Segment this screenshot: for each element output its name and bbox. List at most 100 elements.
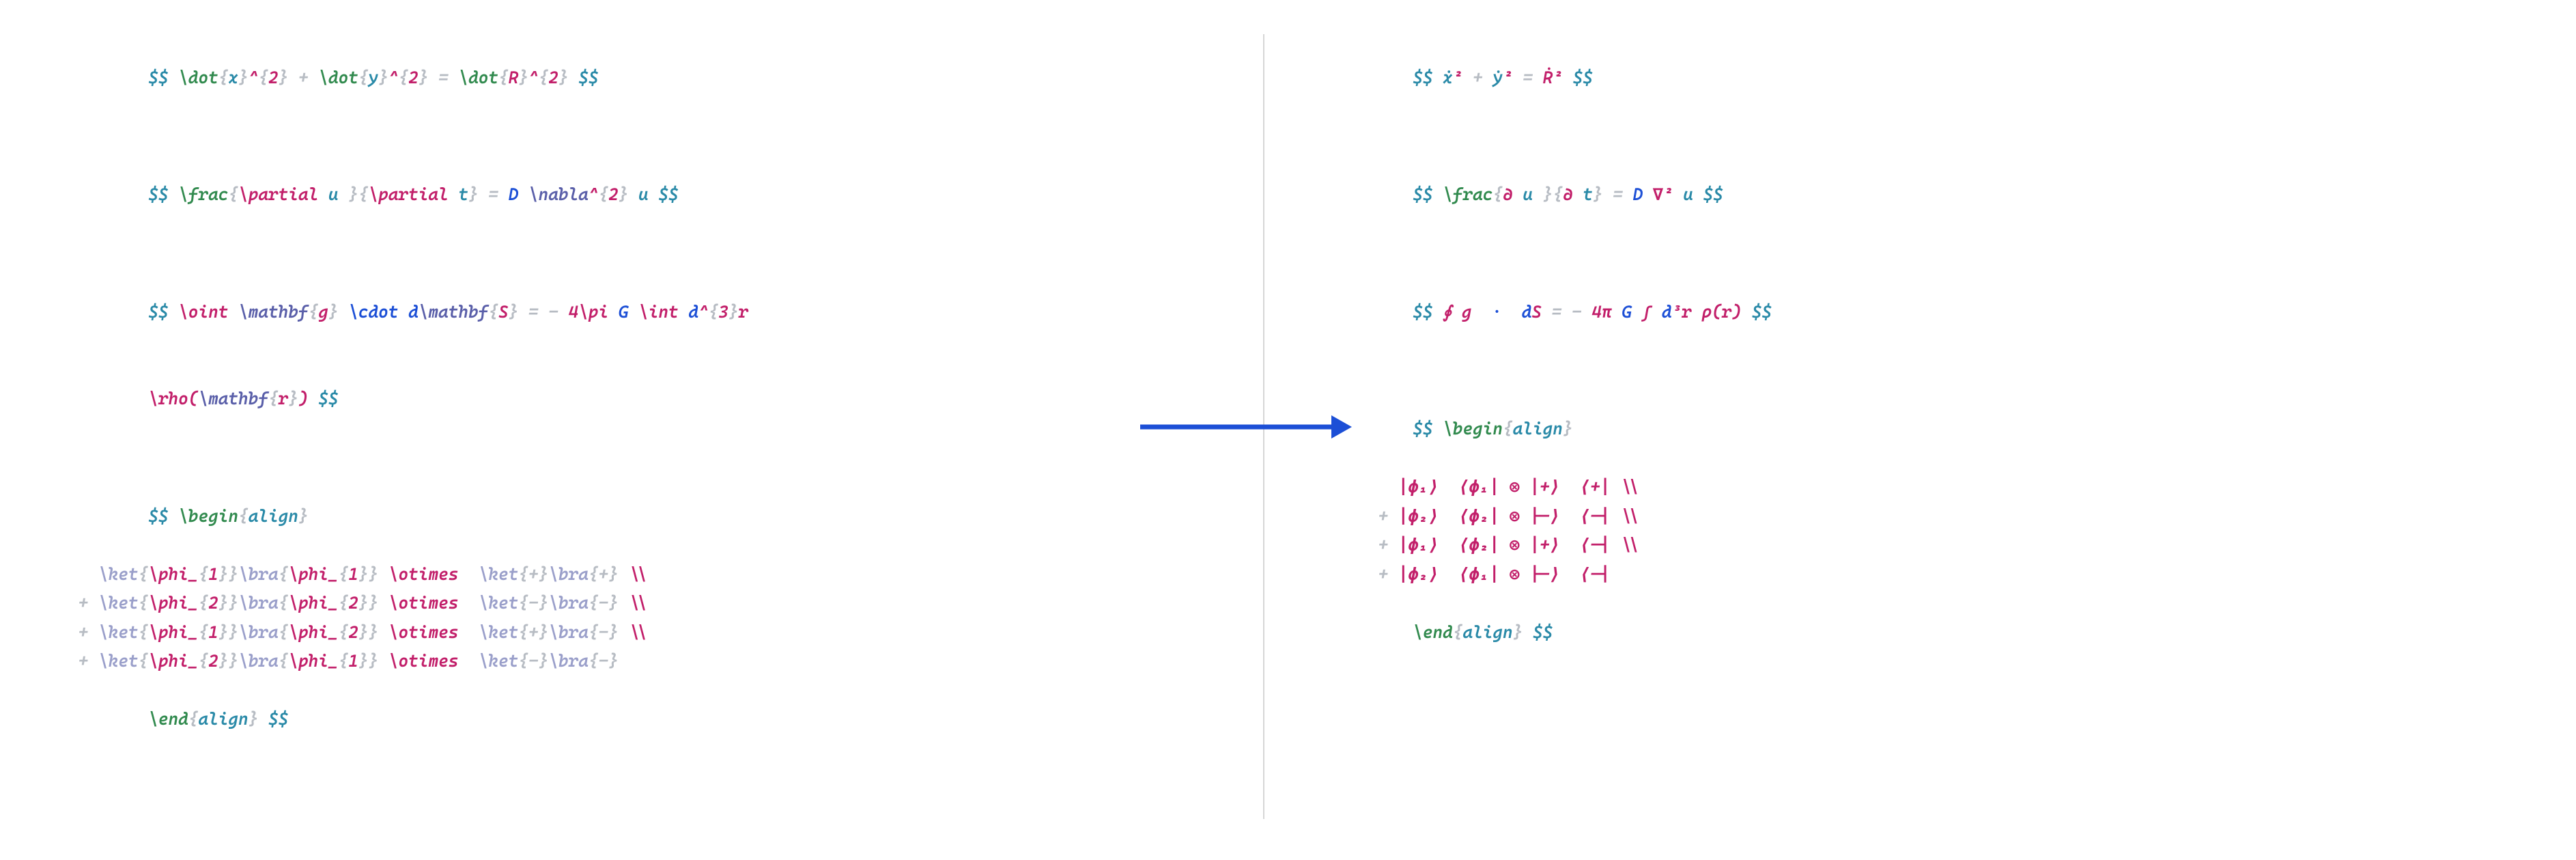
linebreak: \\ <box>1610 477 1640 497</box>
brace: } <box>358 564 369 584</box>
brace: { <box>139 593 149 613</box>
sign: - <box>599 622 609 642</box>
equation-1: $$ ẋ² + ẏ² = Ṙ² $$ <box>1333 34 2508 122</box>
space <box>1439 477 1458 497</box>
brace: } <box>369 564 379 584</box>
code-line: $$ \frac{∂ u }{∂ t} = D ∇² u $$ <box>1333 152 2508 239</box>
brace: } <box>228 593 238 613</box>
paren: ( <box>188 389 199 408</box>
page: $$ \dot{x}^{2} + \dot{y}^{2} = \dot{R}^{… <box>0 0 2576 860</box>
latex-command: \end <box>148 709 188 729</box>
otimes-symbol: ⊗ <box>1510 564 1520 584</box>
underscore: _ <box>328 593 339 613</box>
number: 2 <box>548 68 558 87</box>
brace: { <box>218 68 229 87</box>
variable: g <box>1452 302 1482 322</box>
latex-command: \phi <box>288 593 328 613</box>
variable: u <box>1513 184 1543 204</box>
variable: u <box>318 184 348 204</box>
prefix: + <box>68 593 98 613</box>
latex-command: \bra <box>548 593 589 613</box>
brace: { <box>198 622 208 642</box>
linebreak: \\ <box>619 564 649 584</box>
brace: } <box>378 68 388 87</box>
linebreak: \\ <box>1610 535 1640 555</box>
env-name: align <box>1462 622 1512 642</box>
equation-2: $$ \frac{∂ u }{∂ t} = D ∇² u $$ <box>1333 152 2508 239</box>
equation-3: $$ ∮ g · dS = - 4π G ∫ d³r ρ(r) $$ <box>1333 268 2508 356</box>
sign: - <box>599 651 609 671</box>
space <box>1439 535 1458 555</box>
brace: { <box>589 593 599 613</box>
math-delimiter: $$ <box>658 184 678 204</box>
brace: } <box>288 389 298 408</box>
latex-command: \ket <box>98 564 139 584</box>
underscore: _ <box>328 622 339 642</box>
code-line: $$ ẋ² + ẏ² = Ṙ² $$ <box>1333 34 2508 122</box>
variable: t <box>1573 184 1593 204</box>
brace: } <box>218 593 229 613</box>
otimes-symbol: ⊗ <box>1510 535 1520 555</box>
brace: } <box>358 651 369 671</box>
number: 2 <box>408 68 419 87</box>
align-row: + \ket{\phi_{2}}\bra{\phi_{2}} \otimes \… <box>68 589 1195 618</box>
math-delimiter: $$ <box>1413 302 1443 322</box>
ket-symbol: |-⟩ <box>1529 506 1559 526</box>
math-delimiter: $$ <box>1413 68 1443 87</box>
brace: } <box>558 68 569 87</box>
superscript: ² <box>1453 68 1463 87</box>
operator: = <box>428 68 458 87</box>
underscore: _ <box>188 651 199 671</box>
latex-command: \ket <box>98 622 139 642</box>
number: 3 <box>718 302 728 322</box>
brace: { <box>139 622 149 642</box>
math-delimiter: $$ <box>1703 184 1723 204</box>
brace: } <box>1593 184 1603 204</box>
underscore: _ <box>188 593 199 613</box>
latex-command: \phi <box>288 651 328 671</box>
brace: { <box>518 593 528 613</box>
math-delimiter: $$ <box>309 389 339 408</box>
prefix: + <box>1368 564 1398 584</box>
variable: D <box>509 184 528 204</box>
brace: } <box>608 622 619 642</box>
brace: } <box>279 68 289 87</box>
brace: { <box>339 651 349 671</box>
concealed-output-panel: $$ ẋ² + ẏ² = Ṙ² $$ $$ \frac{∂ u }{∂ t} =… <box>1264 34 2576 819</box>
latex-command: \bra <box>238 651 279 671</box>
code-line: $$ \frac{\partial u }{\partial t} = D \n… <box>68 152 1195 239</box>
brace: { <box>358 68 369 87</box>
brace: { <box>139 564 149 584</box>
bra-symbol: ⟨+| <box>1580 477 1610 497</box>
space <box>1499 535 1510 555</box>
code-line: $$ \begin{align} <box>68 473 1195 560</box>
brace: } <box>249 709 259 729</box>
number: 2 <box>348 593 358 613</box>
brace: { <box>518 651 528 671</box>
latex-command: \rho <box>148 389 188 408</box>
math-delimiter: $$ <box>148 68 178 87</box>
latex-command: \partial <box>238 184 318 204</box>
math-delimiter: $$ <box>1523 622 1553 642</box>
brace: } <box>539 593 549 613</box>
latex-command: \mathbf <box>238 302 309 322</box>
bra-symbol: ⟨-| <box>1580 535 1610 555</box>
latex-command: \oint <box>178 302 238 322</box>
latex-command: \frac <box>1443 184 1492 204</box>
paren: ) <box>298 389 309 408</box>
brace: { <box>139 651 149 671</box>
equation-4: $$ \begin{align} \ket{\phi_{1}}\bra{\phi… <box>68 473 1195 763</box>
sign: + <box>528 622 539 642</box>
brace: } <box>369 622 379 642</box>
ket-symbol: |ϕ₁⟩ <box>1398 477 1439 497</box>
brace: } <box>358 622 369 642</box>
variable: u <box>1673 184 1703 204</box>
rho-symbol: ρ <box>1701 302 1712 322</box>
caret: ^ <box>698 302 709 322</box>
brace: } <box>369 593 379 613</box>
variable: g <box>318 302 328 322</box>
sign: + <box>528 564 539 584</box>
code-line: $$ \oint \mathbf{g} \cdot d\mathbf{S} = … <box>68 268 1195 356</box>
operator: = <box>479 184 509 204</box>
variable: d <box>1662 302 1672 322</box>
